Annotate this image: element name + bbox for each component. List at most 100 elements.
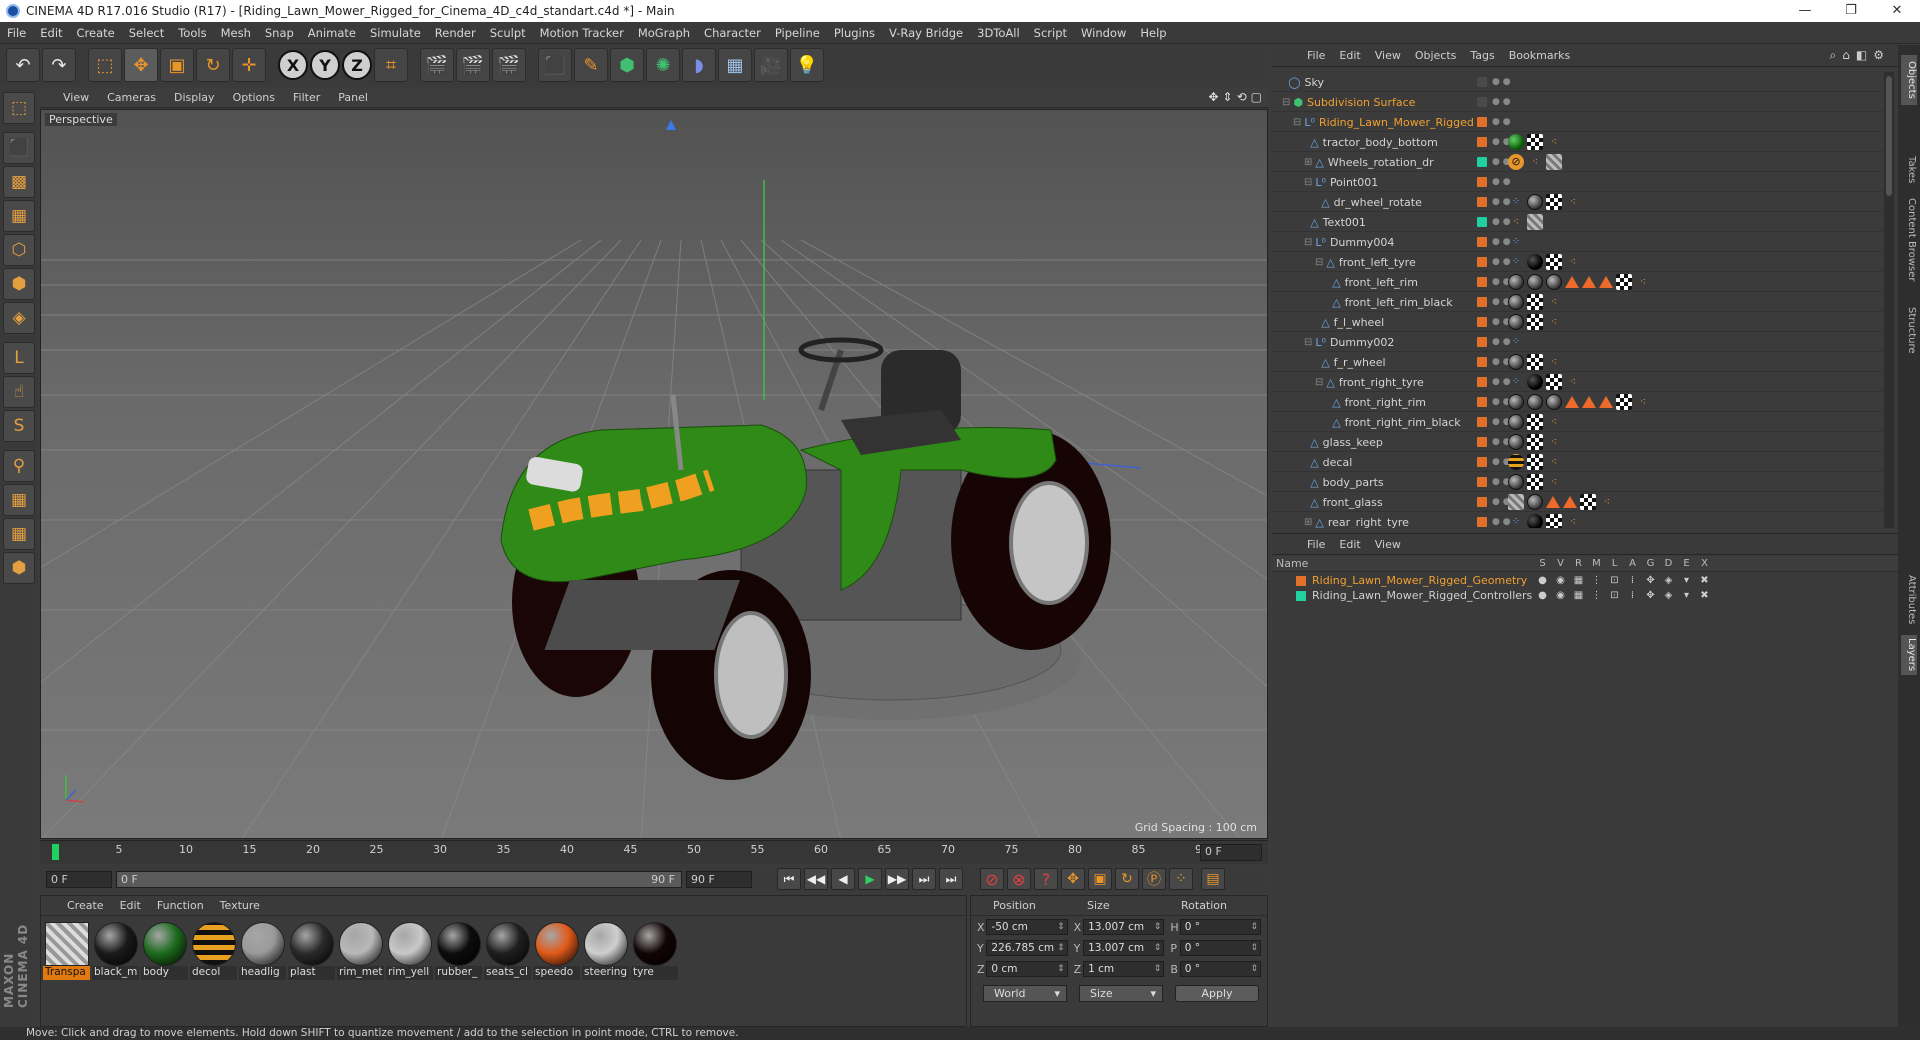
- point-tag-icon[interactable]: ⁘: [1508, 374, 1524, 390]
- layer-toggle-v-icon[interactable]: ◉: [1554, 575, 1567, 586]
- recent-tool-button[interactable]: ✛: [232, 48, 266, 82]
- position-z-field[interactable]: 0 cm: [986, 961, 1068, 977]
- tree-toggle-icon[interactable]: [1326, 297, 1329, 308]
- scale-key-button[interactable]: ▣: [1088, 868, 1112, 890]
- warning-tag-icon[interactable]: [1565, 395, 1579, 408]
- layer-name[interactable]: Riding_Lawn_Mower_Rigged_Geometry: [1312, 574, 1527, 587]
- layer-toggle-a-icon[interactable]: ⁞: [1626, 590, 1639, 601]
- render-to-picture-viewer-button[interactable]: 🎬: [456, 48, 490, 82]
- material-tag-icon[interactable]: [1508, 473, 1524, 490]
- coordinate-space-dropdown[interactable]: World: [983, 985, 1067, 1002]
- layer-color-swatch[interactable]: [1477, 216, 1487, 227]
- tree-toggle-icon[interactable]: ⊞: [1304, 517, 1312, 528]
- material-tag-icon[interactable]: [1546, 273, 1562, 290]
- object-row[interactable]: ⊟ L⁰ Riding_Lawn_Mower_Rigged ● ●: [1272, 112, 1884, 132]
- objects-menu-file[interactable]: File: [1300, 49, 1332, 62]
- size-y-field[interactable]: 13.007 cm: [1083, 940, 1165, 956]
- selection-tag-icon[interactable]: ⁖: [1565, 194, 1581, 210]
- material-tag-icon[interactable]: [1527, 293, 1543, 310]
- side-tab-attributes[interactable]: Attributes: [1901, 565, 1917, 635]
- rotation-key-button[interactable]: ↻: [1115, 868, 1139, 890]
- object-row[interactable]: △ front_left_rim ● ● ⁖: [1272, 272, 1884, 292]
- layer-color-swatch[interactable]: [1477, 456, 1487, 467]
- deformer-button[interactable]: ◗: [682, 48, 716, 82]
- python-script-tool-icon[interactable]: ⬢: [3, 552, 35, 584]
- menu-character[interactable]: Character: [697, 26, 768, 40]
- material-menu-create[interactable]: Create: [59, 899, 112, 912]
- layer-toggle-l-icon[interactable]: ⊡: [1608, 575, 1621, 586]
- layers-menu-edit[interactable]: Edit: [1332, 538, 1367, 551]
- warning-tag-icon[interactable]: [1546, 495, 1560, 508]
- minimize-button[interactable]: —: [1782, 0, 1828, 22]
- selection-tag-icon[interactable]: ⁖: [1546, 414, 1562, 430]
- material-tag-icon[interactable]: [1508, 493, 1524, 510]
- pen-spline-button[interactable]: ✎: [574, 48, 608, 82]
- warning-tag-icon[interactable]: [1582, 395, 1596, 408]
- objects-menu-view[interactable]: View: [1368, 49, 1408, 62]
- workplane-lock-tool-icon[interactable]: ▦: [3, 484, 35, 516]
- size-mode-dropdown[interactable]: Size: [1079, 985, 1163, 1002]
- object-row[interactable]: △ f_r_wheel ● ● ⁖: [1272, 352, 1884, 372]
- material-swatch[interactable]: black_m: [92, 922, 139, 980]
- layer-color-swatch[interactable]: [1477, 116, 1487, 127]
- tree-toggle-icon[interactable]: [1304, 437, 1307, 448]
- floor-object-button[interactable]: ▦: [718, 48, 752, 82]
- layer-color-swatch[interactable]: [1477, 136, 1487, 147]
- edges-mode-tool-icon[interactable]: ⬢: [3, 268, 35, 300]
- material-tag-icon[interactable]: [1508, 313, 1524, 330]
- selection-tag-icon[interactable]: ⁖: [1635, 394, 1651, 410]
- object-row[interactable]: △ glass_keep ● ● ⁖: [1272, 432, 1884, 452]
- layer-toggle-g-icon[interactable]: ✥: [1644, 575, 1657, 586]
- tweak-mode-tool-icon[interactable]: ☝: [3, 376, 35, 408]
- position-y-field[interactable]: 226.785 cm: [986, 940, 1068, 956]
- selection-tag-icon[interactable]: ⁖: [1546, 354, 1562, 370]
- layer-color-swatch[interactable]: [1477, 176, 1487, 187]
- play-button[interactable]: ▶: [858, 868, 882, 890]
- point-tag-icon[interactable]: ⁘: [1508, 514, 1524, 529]
- layer-toggle-m-icon[interactable]: ⋮: [1590, 575, 1603, 586]
- material-tag-icon[interactable]: [1546, 373, 1562, 390]
- axis-mode-tool-icon[interactable]: L: [3, 342, 35, 374]
- timeline-window-button[interactable]: ▤: [1201, 868, 1225, 890]
- position-key-button[interactable]: ✥: [1061, 868, 1085, 890]
- move-tool-button[interactable]: ✥: [124, 48, 158, 82]
- apply-button[interactable]: Apply: [1175, 985, 1259, 1002]
- material-tag-icon[interactable]: [1508, 353, 1524, 370]
- selection-tag-icon[interactable]: ⁖: [1546, 434, 1562, 450]
- rotation-b-field[interactable]: 0 °: [1179, 961, 1262, 977]
- material-swatch[interactable]: tyre: [631, 922, 678, 980]
- object-row[interactable]: △ f_l_wheel ● ● ⁖: [1272, 312, 1884, 332]
- side-tab-objects[interactable]: Objects: [1901, 55, 1917, 105]
- end-frame-field[interactable]: 90 F: [686, 870, 752, 888]
- layer-color-swatch[interactable]: [1477, 436, 1487, 447]
- layer-toggle-e-icon[interactable]: ▾: [1680, 590, 1693, 601]
- point-tag-icon[interactable]: ⁘: [1508, 334, 1524, 350]
- selection-tag-icon[interactable]: ⁖: [1546, 134, 1562, 150]
- selection-tag-icon[interactable]: ⁖: [1508, 214, 1524, 230]
- next-key-button[interactable]: ⏭: [912, 868, 936, 890]
- object-row[interactable]: △ decal ● ● ⁖: [1272, 452, 1884, 472]
- material-tag-icon[interactable]: [1616, 273, 1632, 290]
- material-tag-icon[interactable]: [1527, 393, 1543, 410]
- selection-tag-icon[interactable]: ⁖: [1546, 454, 1562, 470]
- material-tag-icon[interactable]: [1527, 193, 1543, 210]
- material-menu-edit[interactable]: Edit: [112, 899, 149, 912]
- layer-toggle-g-icon[interactable]: ✥: [1644, 590, 1657, 601]
- layer-toggle-r-icon[interactable]: ▦: [1572, 575, 1585, 586]
- layer-color-swatch[interactable]: [1477, 336, 1487, 347]
- position-x-field[interactable]: -50 cm: [986, 919, 1068, 935]
- object-row[interactable]: ⊟ L⁰ Dummy004 ● ● ⁘: [1272, 232, 1884, 252]
- menu-render[interactable]: Render: [428, 26, 483, 40]
- viewport-menu-view[interactable]: View: [54, 91, 98, 104]
- material-tag-icon[interactable]: [1580, 493, 1596, 510]
- edit-render-settings-button[interactable]: 🎬: [492, 48, 526, 82]
- viewport-solo-tool-icon[interactable]: ⬚: [3, 92, 35, 124]
- object-row[interactable]: △ Text001 ● ● ⁖: [1272, 212, 1884, 232]
- material-tag-icon[interactable]: [1527, 513, 1543, 528]
- layer-toggle-d-icon[interactable]: ◈: [1662, 590, 1675, 601]
- camera-object-button[interactable]: 🎥: [754, 48, 788, 82]
- material-tag-icon[interactable]: [1508, 273, 1524, 290]
- warning-tag-icon[interactable]: [1565, 275, 1579, 288]
- frame-range-slider[interactable]: 0 F 90 F: [116, 870, 682, 888]
- coordinate-system-button[interactable]: ⌗: [374, 48, 408, 82]
